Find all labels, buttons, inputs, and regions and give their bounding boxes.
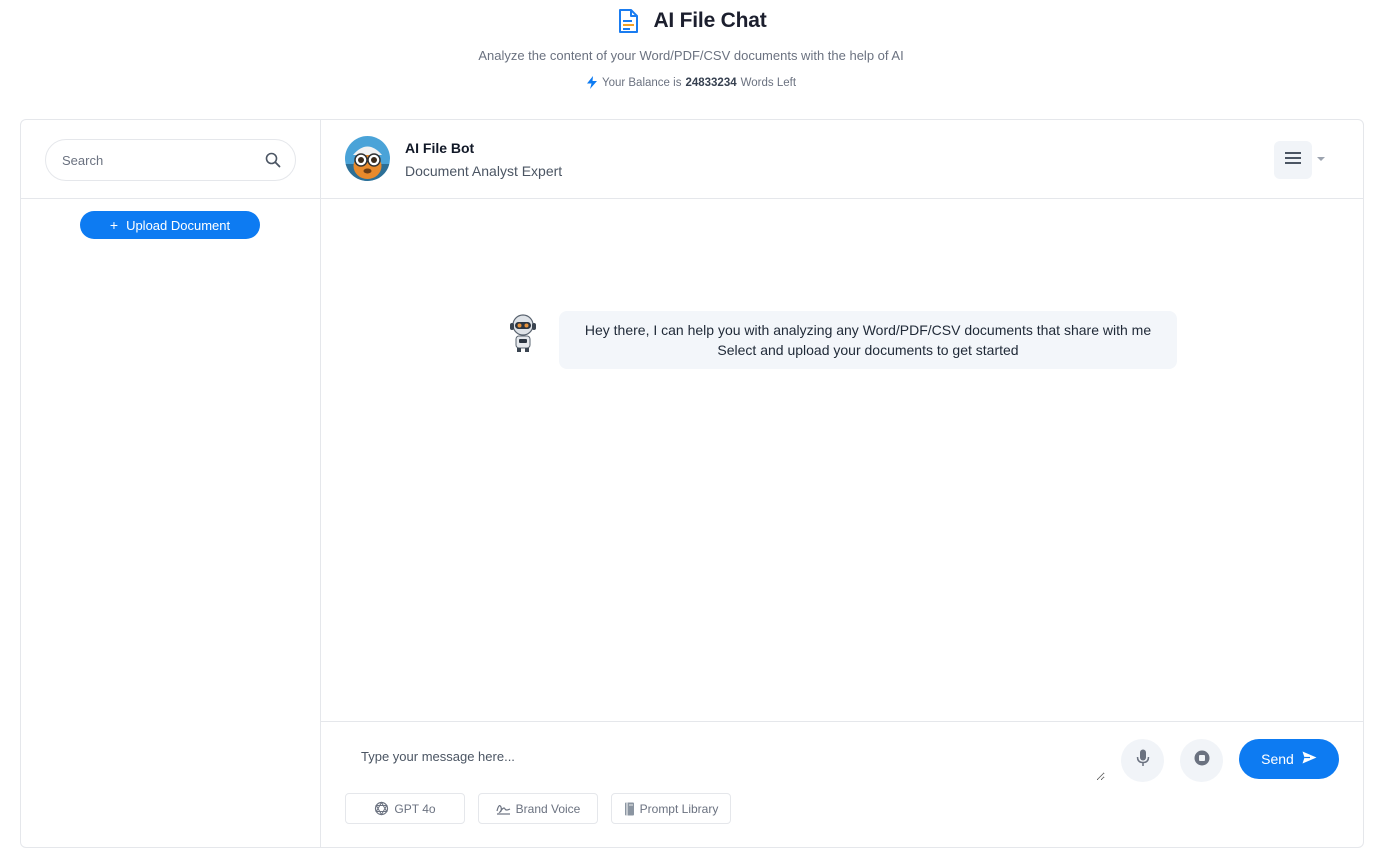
bot-name: AI File Bot: [405, 140, 475, 156]
bot-avatar: [345, 136, 390, 181]
chat-header: AI File Bot Document Analyst Expert: [321, 120, 1363, 199]
page-header: AI File Chat Analyze the content of your…: [0, 0, 1382, 110]
message-text-line: Select and upload your documents to get …: [717, 342, 1019, 358]
upload-document-button[interactable]: + Upload Document: [80, 211, 260, 239]
openai-icon: [374, 801, 389, 816]
bot-message-bubble: Hey there, I can help you with analyzing…: [559, 311, 1177, 369]
message-input[interactable]: [345, 739, 1105, 781]
page-subtitle: Analyze the content of your Word/PDF/CSV…: [478, 48, 904, 63]
balance-info: Your Balance is 24833234 Words Left: [0, 76, 1382, 89]
sidebar-search-area: [21, 120, 320, 199]
book-icon: [624, 802, 635, 816]
upload-document-label: Upload Document: [126, 217, 231, 233]
stop-icon: [1194, 750, 1210, 771]
lightning-icon: [586, 76, 598, 89]
balance-prefix: Your Balance is: [601, 76, 682, 89]
bot-role: Document Analyst Expert: [405, 163, 563, 179]
balance-value: 24833234: [685, 76, 737, 89]
send-label: Send: [1261, 751, 1294, 767]
sidebar: + Upload Document: [21, 120, 321, 847]
paper-plane-icon: [1302, 751, 1317, 767]
search-box[interactable]: [45, 139, 296, 181]
prompt-library-label: Prompt Library: [639, 801, 719, 816]
brand-voice-label: Brand Voice: [515, 801, 581, 816]
stop-button[interactable]: [1180, 739, 1223, 782]
chat-panel: + Upload Document AI File Bot Docu: [20, 119, 1364, 848]
file-document-icon: [615, 8, 641, 34]
chat-menu-button[interactable]: [1274, 141, 1312, 179]
plus-icon: +: [109, 217, 119, 233]
search-input[interactable]: [62, 152, 265, 168]
title-row: AI File Chat: [0, 8, 1382, 34]
send-button[interactable]: Send: [1239, 739, 1339, 779]
bot-message-avatar: [507, 313, 539, 353]
hamburger-icon: [1285, 151, 1301, 170]
prompt-library-chip[interactable]: Prompt Library: [611, 793, 731, 824]
page-title: AI File Chat: [653, 9, 767, 32]
model-select-chip[interactable]: GPT 4o: [345, 793, 465, 824]
model-label: GPT 4o: [394, 801, 436, 816]
chevron-down-icon[interactable]: [1317, 157, 1325, 161]
message-composer: Send GPT 4o Brand Voice: [321, 721, 1363, 848]
search-icon[interactable]: [265, 152, 281, 168]
chat-area: AI File Bot Document Analyst Expert Hey …: [321, 120, 1363, 847]
message-list: Hey there, I can help you with analyzing…: [321, 199, 1363, 721]
brand-voice-chip[interactable]: Brand Voice: [478, 793, 598, 824]
balance-suffix: Words Left: [740, 76, 797, 89]
microphone-button[interactable]: [1121, 739, 1164, 782]
signature-icon: [496, 802, 511, 815]
message-text-line: Hey there, I can help you with analyzing…: [584, 322, 1152, 338]
microphone-icon: [1136, 749, 1150, 772]
